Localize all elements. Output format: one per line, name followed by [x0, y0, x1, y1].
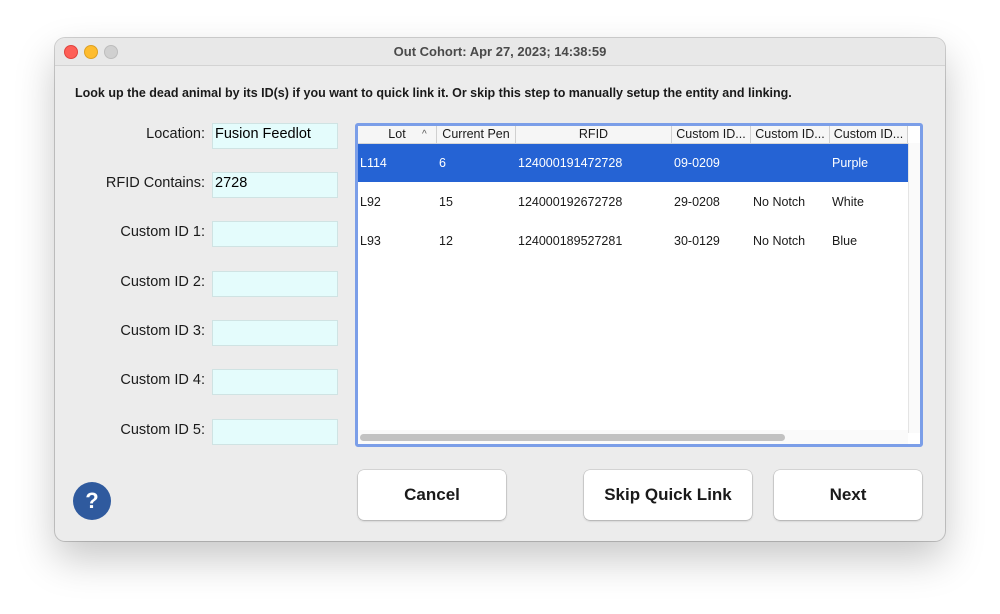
location-field[interactable]: Fusion Feedlot: [212, 123, 338, 149]
table-row[interactable]: L92 15 124000192672728 29-0208 No Notch …: [358, 183, 908, 221]
custom-id-5-field[interactable]: [212, 419, 338, 445]
table-cell: Blue: [832, 234, 858, 248]
sort-ascending-icon: ^: [422, 129, 427, 140]
rfid-label: RFID Contains:: [105, 175, 205, 191]
table-cell: White: [832, 195, 864, 209]
custom-id-3-field[interactable]: [212, 320, 338, 346]
column-header-custom-id-a[interactable]: Custom ID...: [672, 126, 751, 143]
custom-id-4-label: Custom ID 4:: [120, 372, 205, 388]
table-cell: Purple: [832, 156, 869, 170]
table-row-selected[interactable]: L114 6 124000191472728 09-0209 Purple: [358, 144, 908, 182]
table-cell: 30-0129: [674, 234, 720, 248]
column-header-lot[interactable]: Lot ^: [358, 126, 437, 143]
column-header-custom-id-b[interactable]: Custom ID...: [751, 126, 830, 143]
table-cell: 124000192672728: [518, 195, 623, 209]
custom-id-1-label: Custom ID 1:: [120, 224, 205, 240]
table-row[interactable]: L93 12 124000189527281 30-0129 No Notch …: [358, 222, 908, 260]
column-header-label: Lot: [388, 127, 406, 141]
column-header-rfid[interactable]: RFID: [516, 126, 672, 143]
window-title: Out Cohort: Apr 27, 2023; 14:38:59: [393, 44, 607, 59]
table-cell: No Notch: [753, 234, 806, 248]
table-cell: L114: [360, 156, 387, 170]
table-cell: 12: [439, 234, 453, 248]
custom-id-5-label: Custom ID 5:: [120, 422, 205, 438]
custom-id-2-field[interactable]: [212, 271, 338, 297]
table-cell: 124000189527281: [518, 234, 623, 248]
table-cell: 09-0209: [674, 156, 720, 170]
dialog-window: Out Cohort: Apr 27, 2023; 14:38:59 Look …: [55, 38, 945, 541]
custom-id-2-label: Custom ID 2:: [120, 274, 205, 290]
title-bar: Out Cohort: Apr 27, 2023; 14:38:59: [55, 38, 945, 66]
column-header-current-pen[interactable]: Current Pen: [437, 126, 516, 143]
custom-id-3-label: Custom ID 3:: [120, 323, 205, 339]
table-cell: No Notch: [753, 195, 806, 209]
next-button[interactable]: Next: [774, 470, 922, 520]
custom-id-1-field[interactable]: [212, 221, 338, 247]
results-table[interactable]: Lot ^ Current Pen RFID Custom ID... Cust…: [355, 123, 923, 447]
table-cell: L92: [360, 195, 381, 209]
column-header-custom-id-c[interactable]: Custom ID...: [830, 126, 908, 143]
rfid-field[interactable]: 2728: [212, 172, 338, 198]
table-cell: 124000191472728: [518, 156, 623, 170]
horizontal-scroll-thumb[interactable]: [360, 434, 785, 441]
location-label: Location:: [146, 126, 205, 142]
table-header: Lot ^ Current Pen RFID Custom ID... Cust…: [358, 126, 908, 144]
table-cell: 29-0208: [674, 195, 720, 209]
instructions-text: Look up the dead animal by its ID(s) if …: [75, 86, 792, 100]
skip-quick-link-button[interactable]: Skip Quick Link: [584, 470, 752, 520]
custom-id-4-field[interactable]: [212, 369, 338, 395]
cancel-button[interactable]: Cancel: [358, 470, 506, 520]
table-cell: 15: [439, 195, 453, 209]
horizontal-scrollbar[interactable]: [358, 430, 908, 444]
table-cell: 6: [439, 156, 446, 170]
question-icon: ?: [85, 488, 99, 513]
vertical-scrollbar[interactable]: [908, 143, 920, 433]
table-cell: L93: [360, 234, 381, 248]
help-button[interactable]: ?: [73, 482, 111, 520]
